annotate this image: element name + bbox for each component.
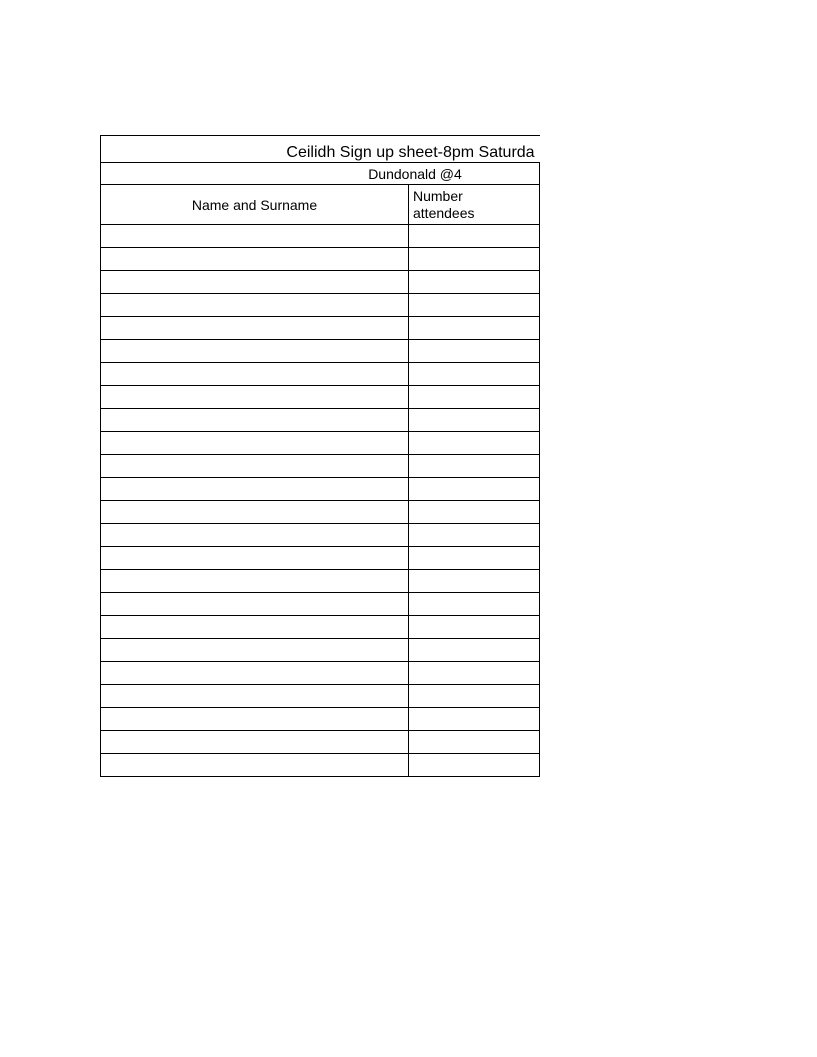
cell-number <box>409 409 540 431</box>
cell-number <box>409 754 540 776</box>
cell-number <box>409 225 540 247</box>
cell-number <box>409 432 540 454</box>
cell-name <box>101 639 409 661</box>
table-row <box>101 570 540 593</box>
table-row <box>101 271 540 294</box>
table-row <box>101 731 540 754</box>
table-row <box>101 363 540 386</box>
cell-number <box>409 271 540 293</box>
table-row <box>101 685 540 708</box>
table-row <box>101 340 540 363</box>
cell-number <box>409 455 540 477</box>
header-name-text: Name and Surname <box>192 197 317 213</box>
table-row <box>101 455 540 478</box>
title-text: Ceilidh Sign up sheet-8pm Saturda <box>286 144 534 162</box>
cell-name <box>101 317 409 339</box>
cell-number <box>409 363 540 385</box>
table-body <box>101 225 540 777</box>
table-row <box>101 593 540 616</box>
cell-name <box>101 340 409 362</box>
header-number: Number attendees <box>409 185 540 224</box>
table-row <box>101 708 540 731</box>
cell-name <box>101 225 409 247</box>
table-row <box>101 317 540 340</box>
cell-number <box>409 386 540 408</box>
table-row <box>101 409 540 432</box>
cell-number <box>409 547 540 569</box>
table-row <box>101 248 540 271</box>
table-row <box>101 639 540 662</box>
cell-number <box>409 731 540 753</box>
cell-number <box>409 317 540 339</box>
cell-number <box>409 662 540 684</box>
table-row <box>101 432 540 455</box>
cell-number <box>409 294 540 316</box>
table-row <box>101 501 540 524</box>
signup-sheet: Ceilidh Sign up sheet-8pm Saturda Dundon… <box>100 135 540 777</box>
table-row <box>101 754 540 777</box>
cell-number <box>409 340 540 362</box>
cell-name <box>101 685 409 707</box>
cell-name <box>101 386 409 408</box>
subtitle-text: Dundonald @4 <box>368 166 462 182</box>
cell-name <box>101 455 409 477</box>
table-row <box>101 294 540 317</box>
cell-name <box>101 547 409 569</box>
cell-name <box>101 294 409 316</box>
cell-name <box>101 478 409 500</box>
cell-name <box>101 432 409 454</box>
cell-name <box>101 616 409 638</box>
cell-number <box>409 708 540 730</box>
cell-name <box>101 754 409 776</box>
cell-number <box>409 570 540 592</box>
cell-name <box>101 662 409 684</box>
table-row <box>101 547 540 570</box>
header-name: Name and Surname <box>101 185 409 224</box>
table-row <box>101 662 540 685</box>
sheet-title: Ceilidh Sign up sheet-8pm Saturda <box>101 135 540 163</box>
cell-name <box>101 501 409 523</box>
cell-number <box>409 478 540 500</box>
cell-name <box>101 363 409 385</box>
table-row <box>101 616 540 639</box>
cell-name <box>101 731 409 753</box>
cell-name <box>101 271 409 293</box>
cell-number <box>409 639 540 661</box>
cell-number <box>409 593 540 615</box>
cell-name <box>101 524 409 546</box>
cell-name <box>101 570 409 592</box>
table-row <box>101 225 540 248</box>
cell-name <box>101 593 409 615</box>
table-row <box>101 478 540 501</box>
header-number-text: Number attendees <box>413 188 475 222</box>
sheet-subtitle: Dundonald @4 <box>101 163 540 185</box>
cell-name <box>101 248 409 270</box>
table-header-row: Name and Surname Number attendees <box>101 185 540 225</box>
cell-number <box>409 524 540 546</box>
cell-number <box>409 501 540 523</box>
table-row <box>101 524 540 547</box>
cell-number <box>409 685 540 707</box>
cell-name <box>101 708 409 730</box>
cell-number <box>409 616 540 638</box>
cell-name <box>101 409 409 431</box>
cell-number <box>409 248 540 270</box>
table-row <box>101 386 540 409</box>
